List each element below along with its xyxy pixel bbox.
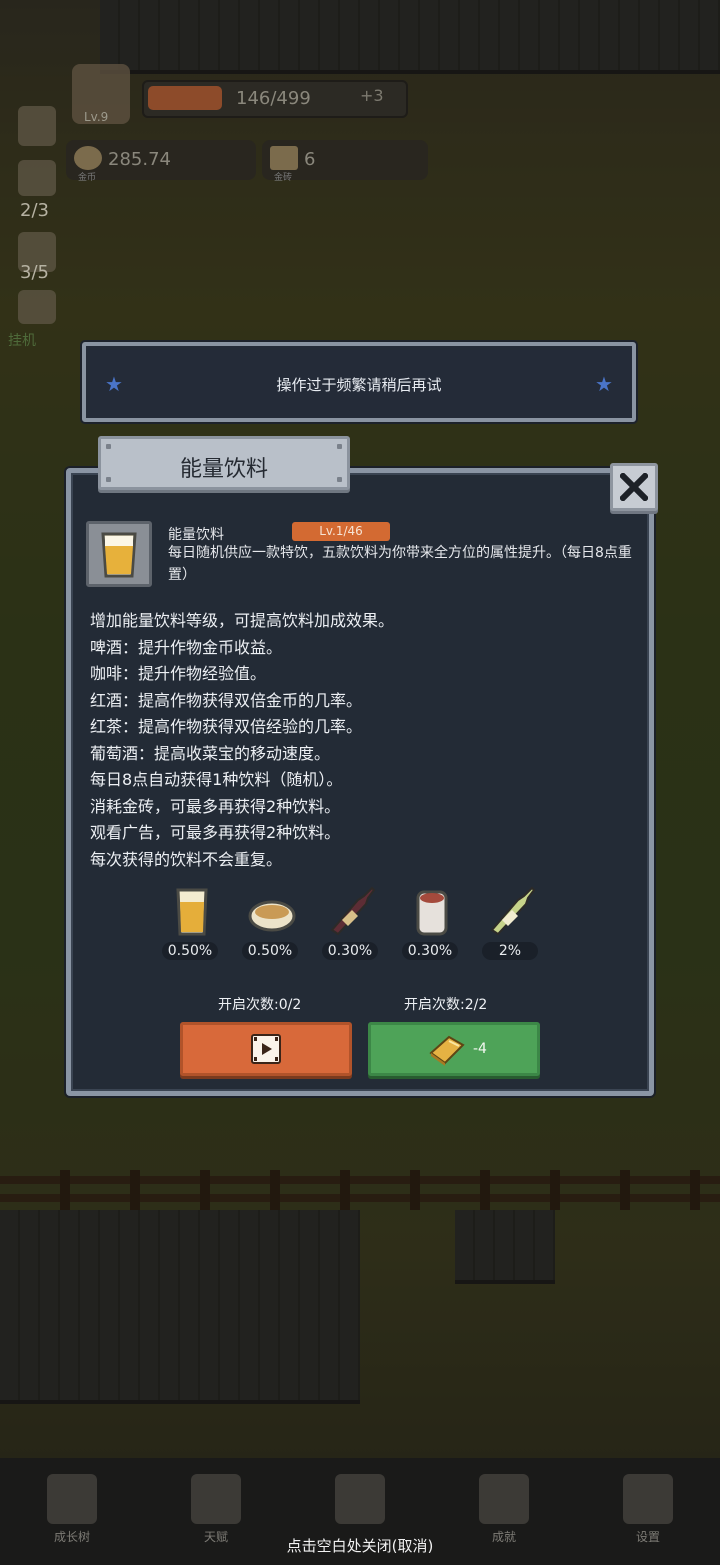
description-line: 葡萄酒：提高收菜宝的移动速度。	[90, 743, 331, 763]
drink-probabilities: 0.50% 0.50% 0.30% 0.30% 2%	[160, 882, 560, 962]
gold-brick-icon	[270, 146, 298, 170]
close-button[interactable]	[610, 463, 658, 511]
energy-drink-icon	[86, 521, 152, 587]
item-name: 能量饮料	[168, 527, 224, 543]
item-description: 每日随机供应一款特饮，五款饮料为你带来全方位的属性提升。（每日8点重置）	[168, 545, 632, 583]
black-tea-icon	[416, 890, 448, 936]
beer-icon	[176, 888, 208, 936]
description-line: 每次获得的饮料不会重复。	[90, 849, 283, 869]
description-line: 增加能量饮料等级，可提高饮料加成效果。	[90, 611, 395, 630]
description-line: 每日8点自动获得1种饮料（随机）。	[90, 770, 343, 789]
book-icon	[47, 1474, 97, 1524]
description-line: 啤酒：提升作物金币收益。	[90, 637, 283, 657]
video-open-count: 开启次数:0/2	[218, 997, 302, 1013]
effect-description-list: 增加能量饮料等级，可提高饮料加成效果。 啤酒：提升作物金币收益。 咖啡：提升作物…	[90, 608, 630, 873]
scroll-icon	[191, 1474, 241, 1524]
drink-probability: 0.50%	[162, 942, 218, 960]
map-icon	[335, 1474, 385, 1524]
coins-label: 金币	[78, 173, 97, 183]
drink-probability: 2%	[482, 942, 538, 960]
watch-video-button[interactable]	[180, 1022, 352, 1076]
afk-label: 挂机	[8, 333, 36, 349]
white-wine-icon	[490, 886, 536, 936]
player-level: Lv.9	[84, 110, 109, 124]
description-line: 观看广告，可最多再获得2种饮料。	[90, 823, 341, 842]
xp-bar-fill	[148, 86, 222, 110]
description-line: 咖啡：提升作物经验值。	[90, 664, 267, 683]
dialog-title: 能量饮料	[179, 457, 268, 482]
coffee-icon	[248, 900, 296, 932]
coins-display: 金币 285.74	[66, 140, 256, 183]
gold-open-count: 开启次数:2/2	[404, 997, 488, 1013]
crown-icon[interactable]	[18, 106, 56, 146]
red-wine-icon	[330, 886, 376, 936]
description-line: 红茶：提高作物获得双倍经验的几率。	[90, 717, 363, 736]
video-play-icon	[251, 1034, 281, 1064]
drink-white-wine[interactable]: 2%	[480, 882, 544, 962]
coin-icon	[74, 146, 102, 170]
drink-coffee[interactable]: 0.50%	[240, 882, 304, 962]
gold-cost: -4	[473, 1041, 487, 1057]
close-hint: 点击空白处关闭(取消)	[286, 1537, 434, 1555]
candle-icon[interactable]	[18, 160, 56, 196]
level-badge: Lv.1/46	[292, 522, 390, 541]
drink-probability: 0.50%	[242, 942, 298, 960]
drink-red-wine[interactable]: 0.30%	[320, 882, 384, 962]
side-count-1: 2/3	[20, 200, 49, 221]
key-icon	[479, 1474, 529, 1524]
drink-black-tea[interactable]: 0.30%	[400, 882, 464, 962]
drink-probability: 0.30%	[322, 942, 378, 960]
description-line: 消耗金砖，可最多再获得2种饮料。	[90, 796, 341, 816]
key-icon[interactable]	[18, 290, 56, 324]
side-count-2: 3/5	[20, 262, 49, 283]
drink-beer[interactable]: 0.50%	[160, 882, 224, 962]
description-line: 红酒：提高作物获得双倍金币的几率。	[90, 690, 363, 710]
star-icon: ★	[595, 372, 613, 396]
gold-bricks-value: 6	[304, 149, 316, 170]
dialog-title-tab: 能量饮料	[98, 436, 350, 490]
drink-probability: 0.30%	[402, 942, 458, 960]
bonus-text: +3	[360, 86, 384, 105]
gold-bricks-display: 金砖 6	[262, 140, 428, 183]
close-icon	[620, 473, 648, 501]
gold-bricks-label: 金砖	[274, 173, 293, 183]
gear-icon	[623, 1474, 673, 1524]
xp-text: 146/499	[236, 88, 311, 109]
coins-value: 285.74	[108, 149, 171, 170]
toast-text: 操作过于频繁请稍后再试	[276, 376, 442, 394]
toast-message: ★ 操作过于频繁请稍后再试 ★	[82, 342, 636, 422]
gold-brick-icon	[429, 1035, 465, 1066]
gold-brick-button[interactable]: -4	[368, 1022, 540, 1076]
